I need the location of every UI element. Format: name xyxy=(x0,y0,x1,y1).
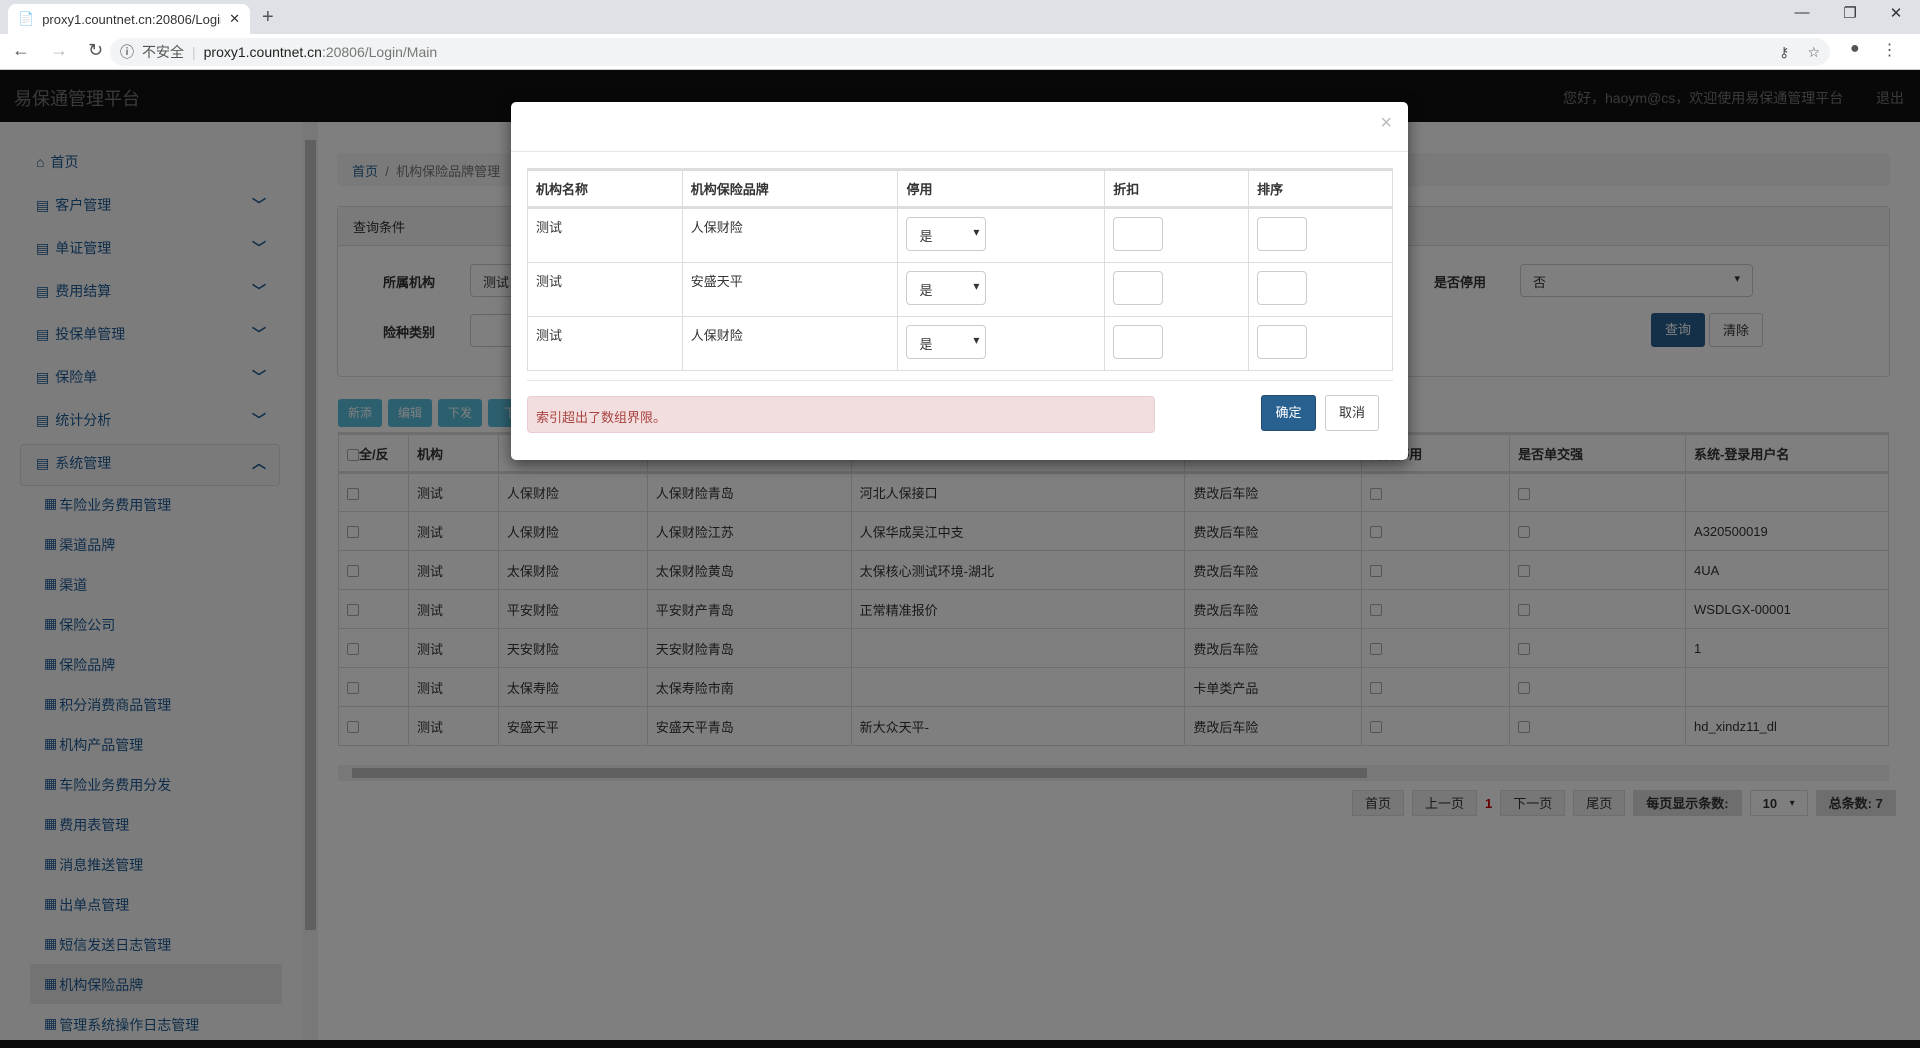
browser-tab-bar xyxy=(0,0,1920,34)
discount-input[interactable] xyxy=(1113,271,1164,305)
modal-row: 测试 人保财险 是 xyxy=(527,316,1393,371)
forward-icon[interactable]: → xyxy=(50,40,68,61)
org-name: 测试 xyxy=(536,220,563,235)
browser-tab[interactable]: 📄 proxy1.countnet.cn:20806/Login/Main ✕ xyxy=(8,4,250,34)
disabled-select[interactable]: 是 xyxy=(906,271,987,305)
modal-row: 测试 安盛天平 是 xyxy=(527,262,1393,317)
restore-button[interactable]: ❐ xyxy=(1830,4,1870,22)
close-tab-icon[interactable]: ✕ xyxy=(229,11,240,27)
modal-column-header: 排序 xyxy=(1248,168,1393,209)
brand-name: 人保财险 xyxy=(690,328,743,343)
tab-title: proxy1.countnet.cn:20806/Login/Main xyxy=(42,11,221,27)
url-host: proxy1.countnet.cn xyxy=(203,44,322,60)
sort-input[interactable] xyxy=(1257,271,1308,305)
security-label: 不安全 xyxy=(142,44,184,60)
brand-name: 安盛天平 xyxy=(690,274,743,289)
modal-column-header: 折扣 xyxy=(1104,168,1250,209)
close-icon[interactable]: × xyxy=(1380,112,1392,135)
modal-footer-divider xyxy=(527,380,1393,381)
disabled-select[interactable]: 是 xyxy=(906,325,987,359)
key-icon[interactable]: ⚷ xyxy=(1779,44,1789,61)
minimize-button[interactable]: — xyxy=(1782,4,1822,21)
error-alert: 索引超出了数组界限。 xyxy=(527,396,1155,433)
new-tab-button[interactable]: + xyxy=(262,6,274,29)
cancel-button[interactable]: 取消 xyxy=(1325,395,1379,431)
edit-brand-modal: × 机构名称机构保险品牌停用折扣排序 测试人保财险是测试安盛天平是测试人保财险是… xyxy=(511,102,1408,460)
url-input[interactable]: ⓘ 不安全 | proxy1.countnet.cn:20806/Login/M… xyxy=(110,38,1830,66)
back-icon[interactable]: ← xyxy=(12,40,30,61)
modal-header-divider xyxy=(511,151,1408,152)
modal-row: 测试 人保财险 是 xyxy=(527,207,1393,263)
page-icon: 📄 xyxy=(18,11,35,26)
menu-icon[interactable]: ⋮ xyxy=(1882,40,1898,60)
modal-table: 机构名称机构保险品牌停用折扣排序 测试人保财险是测试安盛天平是测试人保财险是 xyxy=(527,168,1393,371)
org-name: 测试 xyxy=(536,328,563,343)
sort-input[interactable] xyxy=(1257,325,1308,359)
brand-name: 人保财险 xyxy=(690,220,743,235)
modal-column-header: 机构保险品牌 xyxy=(681,168,899,209)
confirm-button[interactable]: 确定 xyxy=(1261,395,1316,431)
org-name: 测试 xyxy=(536,274,563,289)
info-icon: ⓘ xyxy=(120,44,134,60)
sort-input[interactable] xyxy=(1257,217,1308,251)
modal-column-header: 机构名称 xyxy=(527,168,683,209)
profile-icon[interactable]: ● xyxy=(1850,40,1860,60)
reload-icon[interactable]: ↻ xyxy=(88,40,103,61)
modal-column-header: 停用 xyxy=(897,168,1106,209)
star-icon[interactable]: ☆ xyxy=(1807,44,1820,61)
disabled-select[interactable]: 是 xyxy=(906,217,987,251)
url-path: :20806/Login/Main xyxy=(321,44,438,60)
taskbar xyxy=(0,1040,1920,1048)
discount-input[interactable] xyxy=(1113,325,1164,359)
discount-input[interactable] xyxy=(1113,217,1164,251)
close-window-button[interactable]: ✕ xyxy=(1876,4,1916,22)
